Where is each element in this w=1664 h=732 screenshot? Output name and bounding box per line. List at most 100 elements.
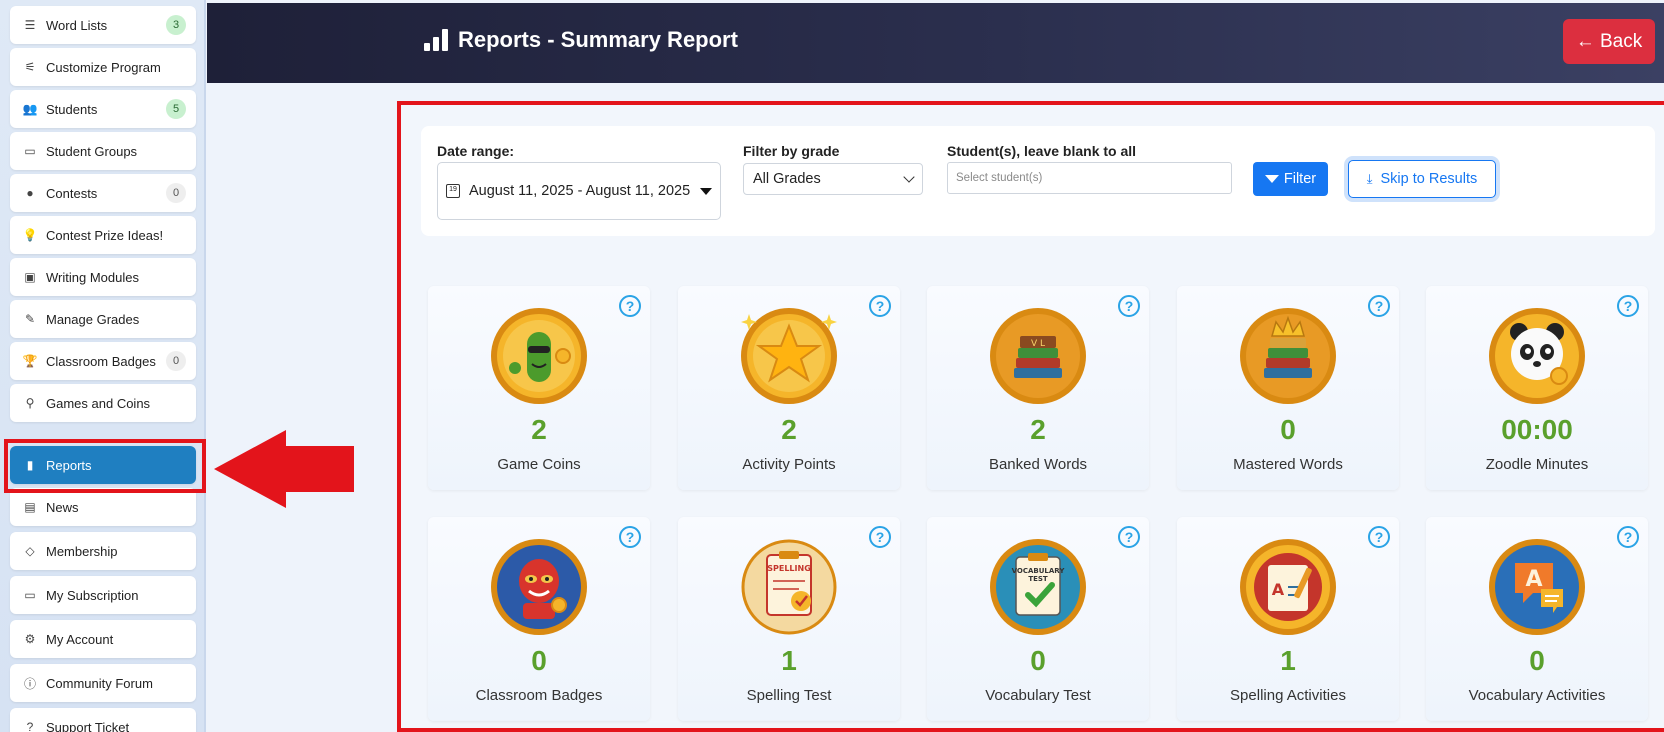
sidebar-item-label: My Subscription	[46, 587, 139, 603]
svg-text:A: A	[1272, 580, 1285, 599]
arrow-down-to-line-icon: ⤓	[1366, 171, 1373, 186]
help-icon[interactable]: ?	[1368, 295, 1390, 317]
svg-text:TEST: TEST	[1028, 575, 1048, 583]
help-icon[interactable]: ?	[1118, 295, 1140, 317]
sidebar-item-my-account[interactable]: ⚙ My Account	[10, 620, 196, 658]
bar-chart-icon	[424, 29, 448, 51]
spelling-notebook-icon: A	[1240, 539, 1336, 635]
users-icon: 👥	[22, 102, 38, 116]
stat-caption: Game Coins	[497, 456, 581, 473]
books-coin-icon: V L	[990, 308, 1086, 404]
sidebar-item-my-subscription[interactable]: ▭ My Subscription	[10, 576, 196, 614]
stat-card-zoodle-minutes: ? 00:00 Zoodle Minutes	[1426, 286, 1648, 490]
help-icon[interactable]: ?	[1617, 295, 1639, 317]
grade-select[interactable]: All Grades	[743, 163, 923, 195]
count-badge: 0	[166, 351, 186, 371]
stat-card-vocabulary-activities: ? A 0 Vocabulary Activities	[1426, 517, 1648, 721]
sidebar-item-community-forum[interactable]: ⓘ Community Forum	[10, 664, 196, 702]
trophy-icon: 🏆	[22, 354, 38, 368]
gem-icon: ◇	[25, 544, 35, 558]
stat-caption: Vocabulary Activities	[1468, 687, 1606, 704]
sidebar-item-contest-prize-ideas[interactable]: 💡 Contest Prize Ideas!	[10, 216, 196, 254]
layers-icon: ▭	[24, 144, 36, 158]
page-header: Reports - Summary Report	[207, 3, 1664, 83]
edit-icon: ✎	[24, 312, 36, 326]
sidebar-item-support-ticket[interactable]: ? Support Ticket	[10, 708, 196, 732]
stat-value: 1	[781, 645, 797, 676]
count-badge: 3	[166, 15, 186, 35]
stat-caption: Spelling Activities	[1230, 687, 1346, 704]
sidebar-item-label: Writing Modules	[46, 269, 139, 285]
stat-value: 00:00	[1501, 414, 1573, 445]
stat-value: 2	[1030, 414, 1046, 445]
skip-to-results-button[interactable]: ⤓ Skip to Results	[1348, 160, 1496, 198]
sidebar-item-label: Contests	[46, 185, 98, 201]
sidebar-item-label: Membership	[46, 543, 118, 559]
sidebar-item-writing-modules[interactable]: ▣ Writing Modules	[10, 258, 196, 296]
help-icon[interactable]: ?	[1368, 526, 1390, 548]
stat-caption: Activity Points	[742, 456, 836, 473]
skip-button-label: Skip to Results	[1380, 171, 1478, 187]
help-icon[interactable]: ?	[1617, 526, 1639, 548]
sidebar-item-contests[interactable]: ● Contests 0	[10, 174, 196, 212]
svg-text:SPELLING: SPELLING	[767, 564, 811, 573]
stat-card-spelling-activities: ? A 1 Spelling Activities	[1177, 517, 1399, 721]
spelling-clipboard-icon: SPELLING	[741, 539, 837, 635]
gear-icon: ⚙	[24, 632, 36, 646]
date-range-picker[interactable]: 19 August 11, 2025 - August 11, 2025	[437, 162, 721, 220]
date-range-label: Date range:	[437, 143, 515, 159]
sidebar-item-label: Games and Coins	[46, 395, 151, 411]
stat-card-activity-points: ? 2 Activity Points	[678, 286, 900, 490]
sidebar-item-students[interactable]: 👥 Students 5	[10, 90, 196, 128]
stat-card-vocabulary-test: ? VOCABULARY TEST 0 Vocabulary Test	[927, 517, 1149, 721]
back-button[interactable]: ← Back	[1563, 19, 1655, 64]
help-icon[interactable]: ?	[619, 526, 641, 548]
sidebar-item-label: Student Groups	[46, 143, 138, 159]
sidebar-item-word-lists[interactable]: ☰ Word Lists 3	[10, 6, 196, 44]
grade-select-value: All Grades	[753, 171, 821, 187]
stat-value: 1	[1280, 645, 1296, 676]
caret-down-icon	[700, 187, 712, 195]
stat-card-banked-words: ? V L 2 Banked Words	[927, 286, 1149, 490]
funnel-icon	[1264, 175, 1279, 183]
reports-highlight-box	[4, 439, 206, 493]
sidebar-item-student-groups[interactable]: ▭ Student Groups	[10, 132, 196, 170]
stat-card-game-coins: ? 2 Game Coins	[428, 286, 650, 490]
sidebar-item-customize-program[interactable]: ⚟ Customize Program	[10, 48, 196, 86]
calendar-icon: 19	[446, 184, 460, 198]
sidebar-item-label: Support Ticket	[46, 719, 130, 732]
sidebar-item-label: Classroom Badges	[46, 353, 156, 369]
stat-value: 0	[531, 645, 547, 676]
sidebar-item-label: News	[46, 499, 79, 515]
stat-card-mastered-words: ? 0 Mastered Words	[1177, 286, 1399, 490]
sidebar-item-label: Customize Program	[46, 59, 161, 75]
stat-card-classroom-badges: ? 0 Classroom Badges	[428, 517, 650, 721]
stat-caption: Zoodle Minutes	[1485, 456, 1589, 473]
vocab-clipboard-icon: VOCABULARY TEST	[990, 539, 1086, 635]
sidebar-item-news[interactable]: ▤ News	[10, 488, 196, 526]
sidebar-item-games-and-coins[interactable]: ⚲ Games and Coins	[10, 384, 196, 422]
luchador-coin-icon	[491, 539, 587, 635]
red-arrow-icon	[214, 430, 354, 508]
sidebar: ☰ Word Lists 3 ⚟ Customize Program 👥 Stu…	[0, 0, 206, 732]
student-select-input[interactable]	[947, 162, 1232, 194]
date-range-value: August 11, 2025 - August 11, 2025	[469, 182, 691, 199]
help-icon[interactable]: ?	[869, 295, 891, 317]
students-label: Student(s), leave blank to all	[947, 143, 1137, 159]
sidebar-item-label: Contest Prize Ideas!	[46, 227, 164, 243]
panda-coin-icon	[1489, 308, 1585, 404]
sidebar-item-label: My Account	[46, 631, 114, 647]
help-icon[interactable]: ?	[1118, 526, 1140, 548]
stat-value: 0	[1030, 645, 1046, 676]
sidebar-item-manage-grades[interactable]: ✎ Manage Grades	[10, 300, 196, 338]
help-icon[interactable]: ?	[869, 526, 891, 548]
sidebar-item-membership[interactable]: ◇ Membership	[10, 532, 196, 570]
sidebar-item-label: Word Lists	[46, 17, 108, 33]
sidebar-item-classroom-badges[interactable]: 🏆 Classroom Badges 0	[10, 342, 196, 380]
info-icon: ⓘ	[23, 676, 36, 691]
help-icon[interactable]: ?	[619, 295, 641, 317]
award-icon: ●	[26, 186, 34, 200]
stat-caption: Mastered Words	[1233, 456, 1343, 473]
stat-caption: Vocabulary Test	[985, 687, 1091, 704]
filter-button[interactable]: Filter	[1253, 162, 1328, 196]
